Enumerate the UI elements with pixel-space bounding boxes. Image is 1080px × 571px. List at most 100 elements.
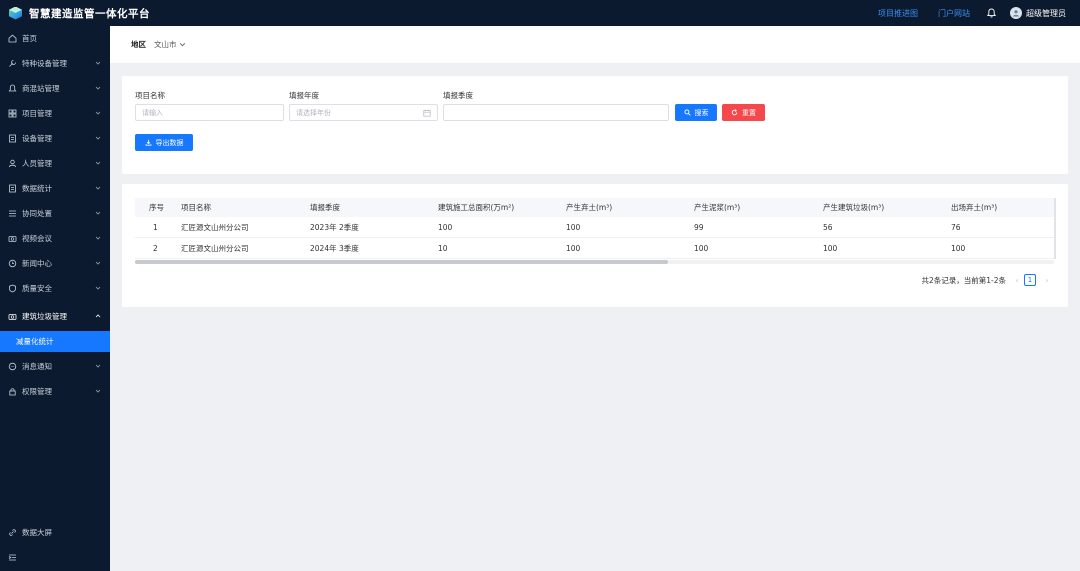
chevron-down-icon	[95, 389, 101, 393]
search-button[interactable]: 搜索	[675, 104, 717, 121]
region-select[interactable]: 文山市	[154, 39, 186, 50]
quarter-select[interactable]	[443, 104, 669, 121]
chevron-down-icon	[179, 43, 185, 47]
sidebar-item-statistics[interactable]: 数据统计	[0, 176, 110, 201]
cell-area: 100	[438, 222, 453, 232]
logo-icon	[9, 6, 22, 20]
table-row[interactable]: 2 汇匠源文山州分公司 2024年 3季度 10 100 100 100 100	[135, 238, 1054, 259]
brand[interactable]: 智慧建造监管一体化平台	[0, 0, 150, 26]
cell-index: 2	[153, 243, 158, 253]
sidebar-item-label: 特种设备管理	[22, 59, 67, 68]
doc-icon	[8, 134, 17, 143]
cell-outbound: 100	[951, 243, 966, 253]
sidebar-item-label: 设备管理	[22, 134, 52, 143]
sidebar-item-data-screen[interactable]: 数据大屏	[0, 520, 110, 545]
chevron-down-icon	[95, 61, 101, 65]
refresh-icon	[731, 109, 738, 116]
sidebar-item-personnel[interactable]: 人员管理	[0, 151, 110, 176]
sidebar-item-label: 首页	[22, 34, 37, 43]
sidebar-item-label: 质量安全	[22, 284, 52, 293]
cell-waste: 56	[823, 222, 833, 232]
project-progress-link[interactable]: 项目推进图	[878, 8, 918, 19]
sidebar-item-collaboration[interactable]: 协同处置	[0, 201, 110, 226]
page-number-current[interactable]: 1	[1024, 274, 1036, 286]
chevron-down-icon	[95, 161, 101, 165]
bell-icon[interactable]	[986, 8, 996, 18]
col-header-outbound: 出场弃土(m³)	[951, 203, 998, 212]
next-page-icon[interactable]: ›	[1042, 274, 1052, 286]
lock-icon	[8, 387, 17, 396]
search-icon	[683, 109, 691, 116]
reset-button-label: 重置	[742, 108, 756, 117]
table-horizontal-scrollbar[interactable]	[135, 260, 1054, 264]
bell-icon	[8, 84, 17, 93]
pagination: 共2条记录，当前第1-2条 ‹ 1 ›	[921, 274, 1052, 286]
quarter-label: 填报季度	[443, 91, 473, 100]
scrollbar-thumb[interactable]	[135, 260, 668, 264]
sidebar-item-construction-waste[interactable]: 建筑垃圾管理	[0, 304, 110, 329]
project-name-label: 项目名称	[135, 91, 165, 100]
sidebar-item-label: 人员管理	[22, 159, 52, 168]
sidebar-item-project[interactable]: 项目管理	[0, 101, 110, 126]
year-label: 填报年度	[289, 91, 319, 100]
sidebar-item-home[interactable]: 首页	[0, 26, 110, 51]
camera-icon	[8, 312, 17, 321]
sidebar-item-permissions[interactable]: 权限管理	[0, 379, 110, 404]
cell-mud: 100	[694, 243, 709, 253]
camera-icon	[8, 234, 17, 243]
sidebar-item-video-meeting[interactable]: 视频会议	[0, 226, 110, 251]
user-name[interactable]: 超级管理员	[1026, 8, 1066, 19]
sidebar-item-device[interactable]: 设备管理	[0, 126, 110, 151]
avatar[interactable]	[1010, 7, 1022, 19]
sidebar-item-news[interactable]: 新闻中心	[0, 251, 110, 276]
top-bar: 智慧建造监管一体化平台 项目推进图 门户网站 超级管理员	[0, 0, 1080, 26]
sidebar-item-label: 消息通知	[22, 362, 52, 371]
cell-waste: 100	[823, 243, 838, 253]
table-card: 序号 项目名称 填报季度 建筑施工总面积(万m²) 产生弃土(m³) 产生泥浆(…	[122, 184, 1068, 307]
prev-page-icon[interactable]: ‹	[1012, 274, 1022, 286]
cell-project: 汇匠源文山州分公司	[181, 243, 249, 253]
region-label: 地区	[131, 40, 146, 49]
filter-card: 项目名称 请输入 填报年度 请选择年份 填报季度 搜索 重置 导出数据	[122, 76, 1068, 174]
message-icon	[8, 362, 17, 371]
cell-mud: 99	[694, 222, 704, 232]
sidebar-item-label: 视频会议	[22, 234, 52, 243]
year-picker[interactable]: 请选择年份	[289, 104, 438, 121]
cell-spoil: 100	[566, 243, 581, 253]
region-bar: 地区 文山市	[110, 26, 1080, 63]
table-row[interactable]: 1 汇匠源文山州分公司 2023年 2季度 100 100 99 56 76	[135, 217, 1054, 238]
cell-project: 汇匠源文山州分公司	[181, 222, 249, 232]
sidebar-item-special-equipment[interactable]: 特种设备管理	[0, 51, 110, 76]
app-title: 智慧建造监管一体化平台	[29, 7, 150, 20]
sidebar-item-label: 权限管理	[22, 387, 52, 396]
sidebar-subitem-reduction-stats[interactable]: 减量化统计	[0, 331, 110, 352]
cell-index: 1	[153, 222, 158, 232]
export-button[interactable]: 导出数据	[135, 134, 193, 151]
data-table: 序号 项目名称 填报季度 建筑施工总面积(万m²) 产生弃土(m³) 产生泥浆(…	[135, 198, 1054, 259]
cell-spoil: 100	[566, 222, 581, 232]
sidebar-item-messages[interactable]: 消息通知	[0, 354, 110, 379]
col-header-quarter: 填报季度	[310, 203, 340, 212]
search-button-label: 搜索	[694, 108, 709, 117]
calendar-icon	[423, 109, 431, 117]
col-header-project: 项目名称	[181, 203, 211, 212]
project-name-input[interactable]: 请输入	[135, 104, 284, 121]
chevron-down-icon	[95, 286, 101, 290]
download-icon	[145, 139, 151, 146]
shield-icon	[8, 284, 17, 293]
reset-button[interactable]: 重置	[722, 104, 765, 121]
cell-quarter: 2024年 3季度	[310, 243, 359, 253]
table-vertical-scrollbar[interactable]	[1054, 198, 1056, 259]
user-icon	[8, 159, 17, 168]
col-header-area: 建筑施工总面积(万m²)	[438, 203, 515, 212]
sidebar-collapse-toggle[interactable]	[0, 545, 110, 570]
chevron-down-icon	[95, 86, 101, 90]
sidebar-item-concrete-station[interactable]: 商混站管理	[0, 76, 110, 101]
sidebar-item-quality-safety[interactable]: 质量安全	[0, 276, 110, 301]
menu-fold-icon	[8, 553, 17, 562]
chevron-up-icon	[95, 314, 101, 318]
portal-link[interactable]: 门户网站	[938, 8, 970, 19]
col-header-spoil: 产生弃土(m³)	[566, 203, 613, 212]
sidebar-item-label: 数据大屏	[22, 528, 52, 537]
export-button-label: 导出数据	[155, 138, 184, 147]
